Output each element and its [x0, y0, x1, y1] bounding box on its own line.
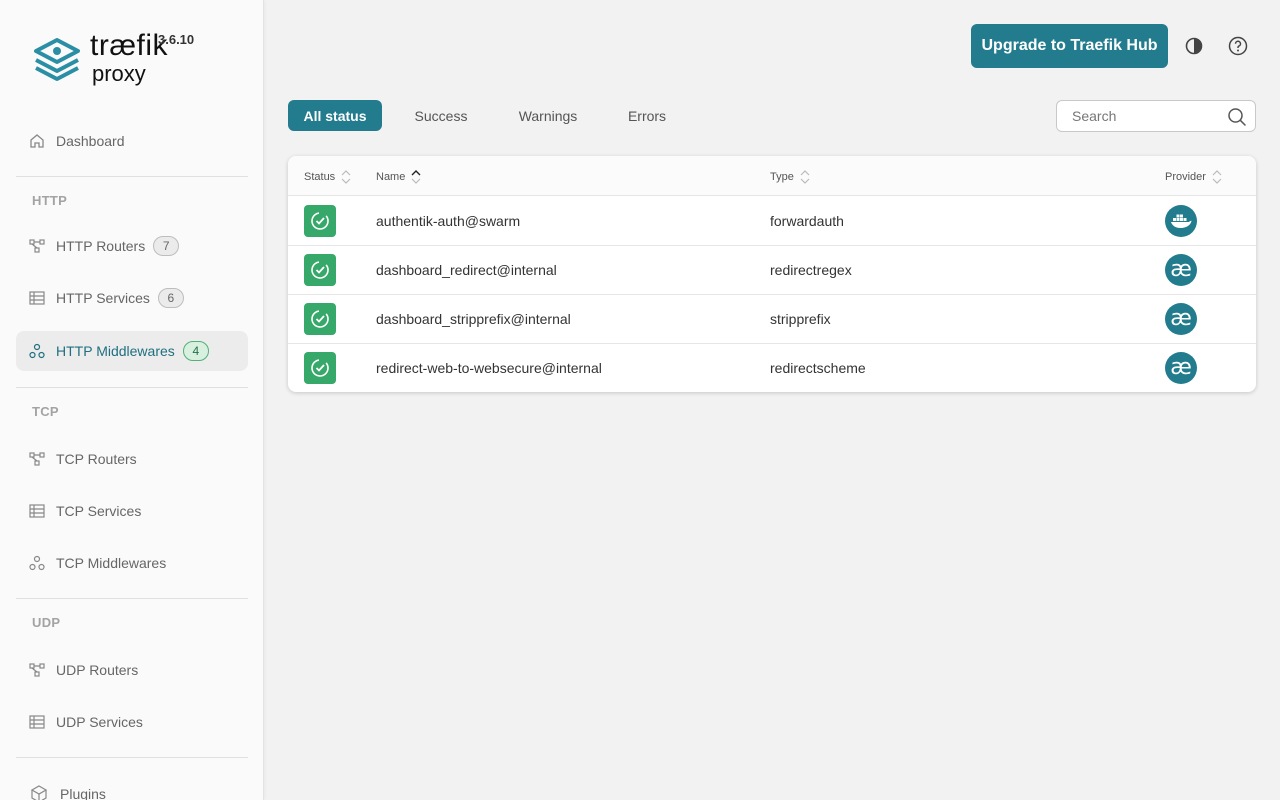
- sidebar-item-label: HTTP Routers: [56, 238, 146, 254]
- column-header-status[interactable]: Status: [304, 170, 351, 184]
- divider: [16, 176, 248, 177]
- brand-version: 3.6.10: [158, 32, 195, 47]
- count-badge: 4: [182, 341, 209, 361]
- brand-name: træfik: [90, 29, 168, 62]
- middleware-icon: [28, 342, 46, 360]
- cell-type: forwardauth: [770, 213, 844, 229]
- sidebar-item-tcp-middlewares[interactable]: TCP Middlewares: [16, 543, 248, 583]
- services-icon: [28, 289, 46, 307]
- sidebar-item-udp-routers[interactable]: UDP Routers: [16, 650, 248, 690]
- services-icon: [28, 502, 46, 520]
- sidebar-item-dashboard[interactable]: Dashboard: [16, 121, 248, 161]
- cell-name: dashboard_stripprefix@internal: [376, 311, 571, 327]
- cell-name: redirect-web-to-websecure@internal: [376, 360, 602, 376]
- internal-provider-icon: æ: [1165, 352, 1197, 384]
- cell-type: redirectscheme: [770, 360, 866, 376]
- count-badge: 6: [157, 288, 184, 308]
- home-icon: [28, 132, 46, 150]
- section-http: HTTP: [32, 193, 68, 208]
- sidebar-item-tcp-services[interactable]: TCP Services: [16, 491, 248, 531]
- column-label: Status: [304, 171, 336, 183]
- success-icon: [304, 205, 336, 237]
- sidebar-item-label: TCP Middlewares: [56, 555, 167, 571]
- column-header-provider[interactable]: Provider: [1165, 170, 1222, 184]
- table-header: Status Name Type Provider: [288, 156, 1256, 196]
- internal-provider-icon: æ: [1165, 303, 1197, 335]
- divider: [16, 387, 248, 388]
- count-badge: 7: [153, 236, 180, 256]
- sidebar-item-label: UDP Services: [56, 714, 143, 730]
- sort-icon: [1212, 170, 1222, 184]
- section-tcp: TCP: [32, 404, 59, 419]
- contrast-icon[interactable]: [1182, 34, 1206, 58]
- section-udp: UDP: [32, 615, 61, 630]
- success-icon: [304, 303, 336, 335]
- sidebar-item-label: HTTP Middlewares: [56, 343, 175, 359]
- router-icon: [28, 237, 46, 255]
- cell-type: stripprefix: [770, 311, 831, 327]
- cell-name: authentik-auth@swarm: [376, 213, 521, 229]
- search-icon[interactable]: [1227, 107, 1247, 127]
- help-icon[interactable]: [1226, 34, 1250, 58]
- table-row[interactable]: dashboard_redirect@internal redirectrege…: [288, 246, 1256, 295]
- cell-type: redirectregex: [770, 262, 852, 278]
- services-icon: [28, 713, 46, 731]
- sidebar-item-tcp-routers[interactable]: TCP Routers: [16, 439, 248, 479]
- sidebar-item-label: Plugins: [60, 786, 106, 800]
- plugins-icon: [28, 783, 50, 800]
- column-label: Provider: [1165, 171, 1206, 183]
- sidebar-item-label: TCP Services: [56, 503, 142, 519]
- table-row[interactable]: redirect-web-to-websecure@internal redir…: [288, 344, 1256, 392]
- sidebar-item-http-middlewares[interactable]: HTTP Middlewares 4: [16, 331, 248, 371]
- divider: [16, 757, 248, 758]
- column-label: Name: [376, 171, 406, 183]
- sort-icon: [800, 170, 810, 184]
- success-icon: [304, 254, 336, 286]
- sidebar-item-udp-services[interactable]: UDP Services: [16, 702, 248, 742]
- internal-provider-icon: æ: [1165, 254, 1197, 286]
- sidebar-item-label: UDP Routers: [56, 662, 139, 678]
- middleware-icon: [28, 554, 46, 572]
- sidebar-item-http-routers[interactable]: HTTP Routers 7: [16, 226, 248, 266]
- sidebar: træfik proxy 3.6.10 Dashboard HTTP HTTP …: [0, 0, 264, 800]
- column-header-name[interactable]: Name: [376, 170, 421, 184]
- search-box[interactable]: [1056, 100, 1256, 132]
- router-icon: [28, 661, 46, 679]
- divider: [16, 598, 248, 599]
- success-icon: [304, 352, 336, 384]
- sidebar-item-plugins[interactable]: Plugins: [16, 774, 248, 800]
- column-label: Type: [770, 171, 794, 183]
- filter-errors[interactable]: Errors: [612, 100, 682, 131]
- cell-name: dashboard_redirect@internal: [376, 262, 557, 278]
- traefik-logo-icon: [34, 38, 80, 81]
- upgrade-button[interactable]: Upgrade to Traefik Hub: [971, 24, 1168, 68]
- sort-ascending-icon: [411, 170, 421, 184]
- brand-sub: proxy: [92, 61, 146, 86]
- sort-icon: [341, 170, 351, 184]
- table-row[interactable]: authentik-auth@swarm forwardauth: [288, 197, 1256, 246]
- filter-warnings[interactable]: Warnings: [502, 100, 594, 131]
- column-header-type[interactable]: Type: [770, 170, 810, 184]
- filter-all-status[interactable]: All status: [288, 100, 382, 131]
- docker-provider-icon: [1165, 205, 1197, 237]
- sidebar-item-http-services[interactable]: HTTP Services 6: [16, 278, 248, 318]
- sidebar-item-label: TCP Routers: [56, 451, 137, 467]
- sidebar-item-label: HTTP Services: [56, 290, 150, 306]
- middlewares-table: Status Name Type Provider authentik-auth…: [288, 156, 1256, 392]
- search-input[interactable]: [1057, 108, 1217, 124]
- table-row[interactable]: dashboard_stripprefix@internal strippref…: [288, 295, 1256, 344]
- router-icon: [28, 450, 46, 468]
- brand-logo[interactable]: træfik proxy 3.6.10: [32, 30, 242, 90]
- sidebar-item-label: Dashboard: [56, 133, 125, 149]
- filter-success[interactable]: Success: [398, 100, 484, 131]
